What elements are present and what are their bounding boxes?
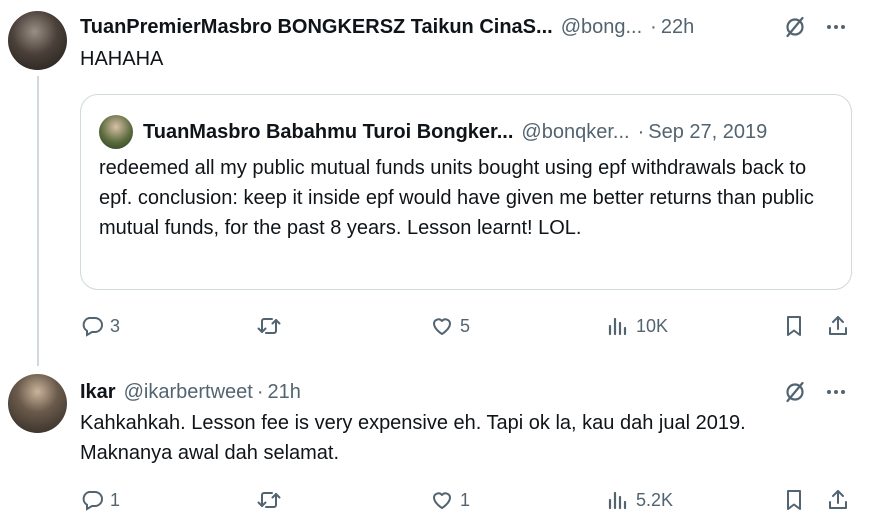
like-count: 1 — [460, 489, 471, 510]
separator-dot: · — [637, 120, 645, 143]
more-dots-icon[interactable] — [825, 381, 847, 403]
views-button[interactable]: 5.2K — [606, 488, 673, 512]
author-handle[interactable]: @bong... — [561, 16, 642, 39]
share-upload-icon — [826, 488, 850, 512]
views-bars-icon — [606, 314, 630, 338]
heart-icon — [430, 314, 454, 338]
reply-count: 1 — [110, 489, 121, 510]
quote-author-handle: @bonqker... — [521, 120, 630, 143]
tweet-header: Ikar @ikarbertweet · 21h — [80, 377, 861, 407]
quote-author-name: TuanMasbro Babahmu Turoi Bongker... — [143, 120, 514, 143]
bookmark-button[interactable] — [782, 314, 806, 338]
action-bar: 3 5 10K — [80, 311, 851, 341]
retweet-icon — [256, 488, 282, 512]
tweet-main[interactable]: TuanPremierMasbro BONGKERSZ Taikun CinaS… — [0, 0, 871, 366]
author-name[interactable]: TuanPremierMasbro BONGKERSZ Taikun CinaS… — [80, 16, 553, 39]
views-count: 5.2K — [636, 489, 674, 510]
quote-timestamp: Sep 27, 2019 — [648, 120, 768, 143]
reply-button[interactable]: 3 — [80, 314, 120, 338]
more-dots-icon[interactable] — [825, 16, 847, 38]
quote-header: TuanMasbro Babahmu Turoi Bongker... @bon… — [99, 115, 835, 149]
bookmark-icon — [782, 488, 806, 512]
separator-dot: · — [650, 15, 657, 38]
grok-slash-icon[interactable] — [783, 380, 807, 404]
reply-count: 3 — [110, 315, 121, 336]
retweet-button[interactable] — [256, 314, 288, 338]
like-button[interactable]: 1 — [430, 488, 470, 512]
retweet-button[interactable] — [256, 488, 288, 512]
bookmark-icon — [782, 314, 806, 338]
views-bars-icon — [606, 488, 630, 512]
timestamp[interactable]: 21h — [268, 381, 301, 404]
retweet-icon — [256, 314, 282, 338]
timestamp[interactable]: 22h — [661, 16, 694, 39]
bookmark-button[interactable] — [782, 488, 806, 512]
share-upload-icon — [826, 314, 850, 338]
share-button[interactable] — [826, 488, 850, 512]
tweet-reply[interactable]: Ikar @ikarbertweet · 21h Kahkahkah. Less… — [0, 357, 871, 531]
views-button[interactable]: 10K — [606, 314, 668, 338]
reply-button[interactable]: 1 — [80, 488, 120, 512]
quote-avatar — [99, 115, 133, 149]
heart-icon — [430, 488, 454, 512]
separator-dot: · — [256, 380, 264, 403]
action-bar: 1 1 5.2K — [80, 485, 851, 515]
author-name[interactable]: Ikar — [80, 381, 116, 404]
tweet-text: HAHAHA — [80, 48, 164, 70]
reply-bubble-icon — [80, 488, 104, 512]
grok-slash-icon[interactable] — [783, 15, 807, 39]
tweet-text: Kahkahkah. Lesson fee is very expensive … — [80, 412, 746, 464]
like-count: 5 — [460, 315, 471, 336]
like-button[interactable]: 5 — [430, 314, 470, 338]
avatar[interactable] — [8, 374, 67, 433]
quoted-tweet[interactable]: TuanMasbro Babahmu Turoi Bongker... @bon… — [80, 94, 852, 290]
tweet-header: TuanPremierMasbro BONGKERSZ Taikun CinaS… — [80, 12, 861, 42]
author-handle[interactable]: @ikarbertweet — [124, 381, 253, 404]
quote-text: redeemed all my public mutual funds unit… — [99, 157, 814, 239]
views-count: 10K — [636, 315, 669, 336]
reply-bubble-icon — [80, 314, 104, 338]
avatar[interactable] — [8, 11, 67, 70]
share-button[interactable] — [826, 314, 850, 338]
thread-line — [37, 76, 39, 366]
